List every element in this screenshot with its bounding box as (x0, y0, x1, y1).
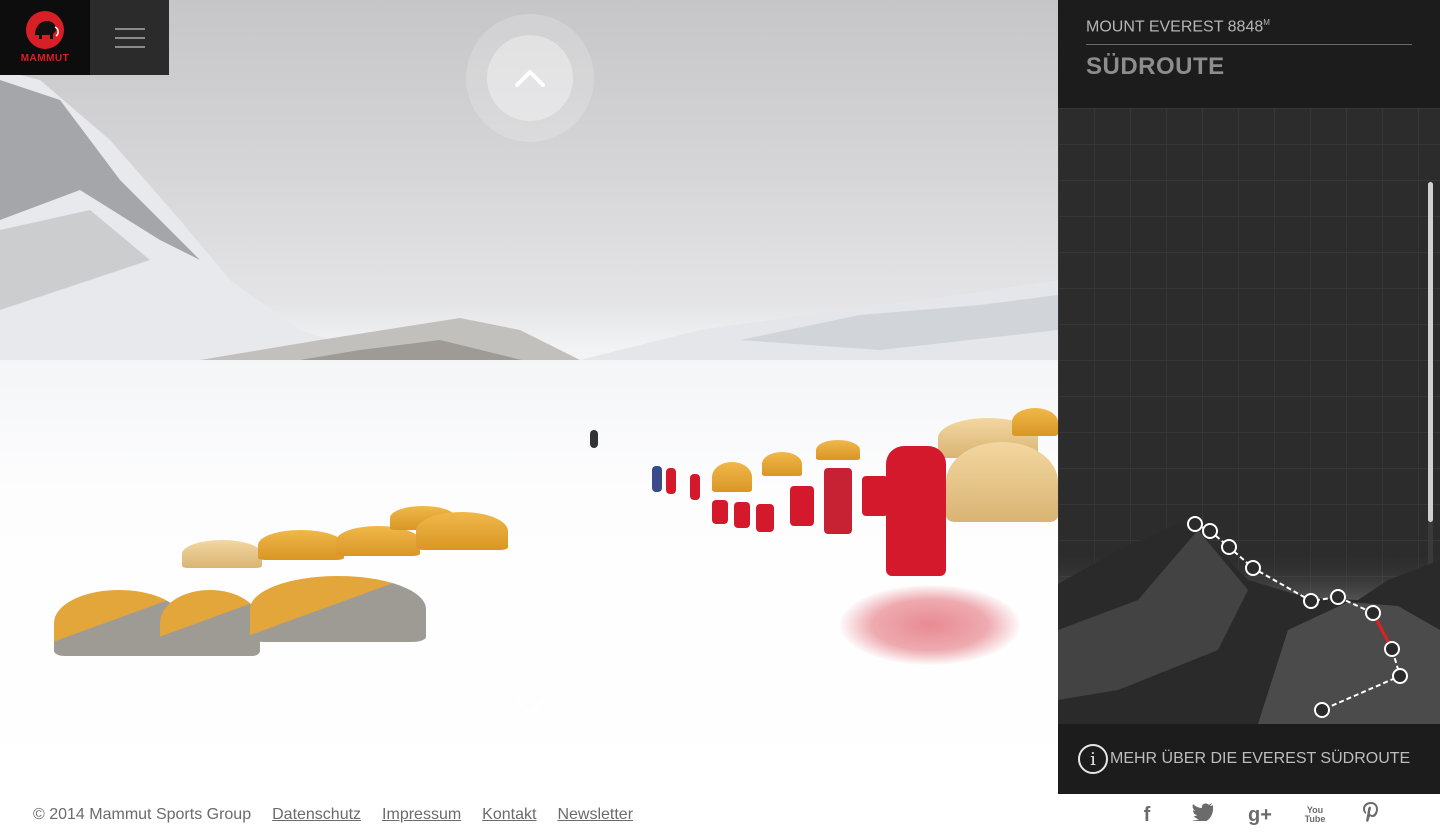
route-waypoint[interactable] (1384, 641, 1400, 657)
pinterest-icon[interactable] (1360, 801, 1382, 829)
climber (690, 474, 700, 500)
route-waypoint[interactable] (1365, 605, 1381, 621)
rope-pile (840, 585, 1020, 665)
panel-header: MOUNT EVEREST 8848M SÜDROUTE (1058, 0, 1440, 108)
route-map[interactable] (1058, 510, 1440, 724)
climber (824, 468, 852, 534)
route-waypoint[interactable] (1303, 593, 1319, 609)
climber (862, 476, 888, 516)
footer-link-datenschutz[interactable]: Datenschutz (272, 806, 361, 824)
logo-text: MAMMUT (20, 53, 70, 64)
footer-link-newsletter[interactable]: Newsletter (557, 806, 633, 824)
footer-link-kontakt[interactable]: Kontakt (482, 806, 536, 824)
climber (666, 468, 676, 494)
climber (652, 466, 662, 492)
route-waypoint[interactable] (1392, 668, 1408, 684)
panorama-viewer[interactable] (0, 0, 1058, 794)
tent (946, 442, 1058, 522)
mountain-name: MOUNT EVEREST 8848 (1086, 18, 1264, 36)
panel-subtitle: MOUNT EVEREST 8848M (1086, 18, 1412, 46)
chevron-up-icon (515, 70, 545, 87)
tent (258, 530, 344, 560)
tent (712, 462, 752, 492)
pan-up-button[interactable] (466, 14, 594, 142)
climber (886, 446, 946, 576)
info-icon: i (1078, 744, 1108, 774)
youtube-icon[interactable]: You Tube (1304, 806, 1326, 824)
climber (756, 504, 774, 532)
tent (250, 576, 426, 642)
route-info-link[interactable]: i MEHR ÜBER DIE EVEREST SÜDROUTE (1058, 724, 1440, 794)
twitter-icon[interactable] (1192, 803, 1214, 827)
tent (182, 540, 262, 568)
altitude-unit: M (1263, 18, 1270, 27)
pan-down-button[interactable] (466, 644, 594, 772)
menu-button[interactable] (90, 0, 169, 75)
google-plus-icon[interactable]: g+ (1248, 804, 1272, 827)
chevron-down-icon (515, 699, 545, 716)
page-footer: © 2014 Mammut Sports Group Datenschutz I… (0, 794, 1440, 836)
footer-link-impressum[interactable]: Impressum (382, 806, 461, 824)
tent (1012, 408, 1058, 436)
route-waypoint[interactable] (1245, 560, 1261, 576)
tent (416, 512, 508, 550)
climber (590, 430, 598, 448)
route-waypoint[interactable] (1314, 702, 1330, 718)
route-info-label: MEHR ÜBER DIE EVEREST SÜDROUTE (1110, 750, 1411, 767)
route-waypoint[interactable] (1187, 516, 1203, 532)
panel-title: SÜDROUTE (1086, 53, 1225, 81)
climber (734, 502, 750, 528)
social-links: f g+ You Tube (1136, 794, 1382, 836)
copyright-text: © 2014 Mammut Sports Group (33, 806, 252, 823)
route-waypoint[interactable] (1330, 589, 1346, 605)
tent (160, 590, 260, 656)
climber (712, 500, 728, 524)
mammut-logo[interactable]: MAMMUT (0, 0, 90, 75)
hamburger-icon (114, 27, 145, 48)
route-waypoint[interactable] (1202, 523, 1218, 539)
climber (790, 486, 814, 526)
tent (336, 526, 420, 556)
tent (762, 452, 802, 476)
tent (816, 440, 860, 460)
route-panel: MOUNT EVEREST 8848M SÜDROUTE i MEHR ÜBER… (1058, 0, 1440, 794)
scrollbar-thumb[interactable] (1428, 182, 1433, 522)
route-waypoint[interactable] (1221, 539, 1237, 555)
mammoth-icon (26, 11, 64, 49)
top-bar: MAMMUT (0, 0, 169, 75)
facebook-icon[interactable]: f (1136, 804, 1158, 827)
